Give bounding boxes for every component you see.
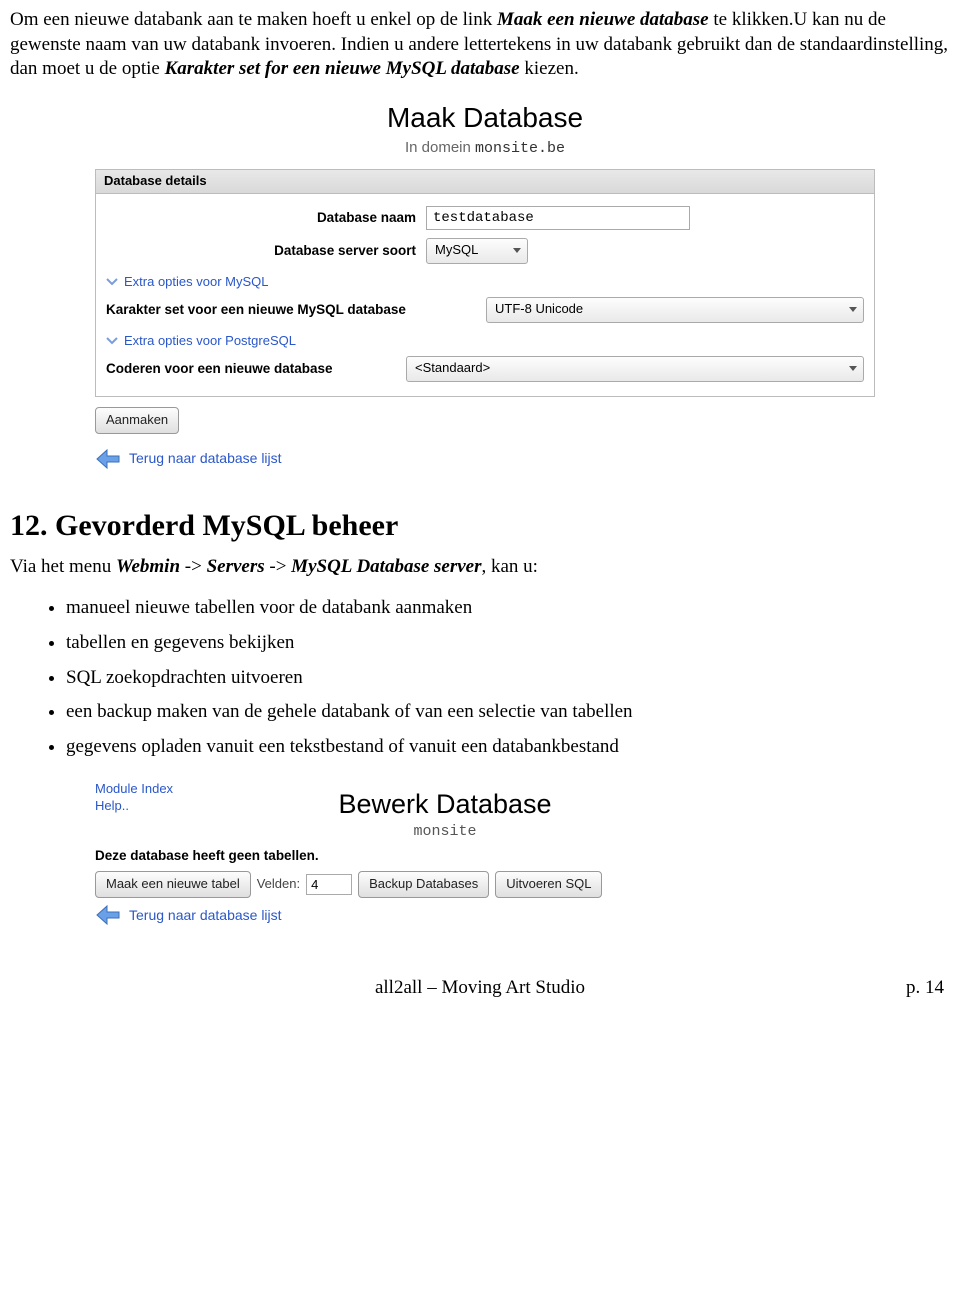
mysql-extra-toggle[interactable]: Extra opties voor MySQL xyxy=(106,268,864,293)
fields-input[interactable] xyxy=(306,874,352,895)
feature-list: manueel nieuwe tabellen voor de databank… xyxy=(10,591,950,764)
fields-label: Velden: xyxy=(257,876,300,893)
section-heading: 12. Gevorderd MySQL beheer xyxy=(10,506,950,545)
db-name-label: Database naam xyxy=(106,209,416,227)
section-intro: Via het menu Webmin -> Servers -> MySQL … xyxy=(10,555,950,580)
screenshot-title: Maak Database xyxy=(95,100,875,136)
create-button[interactable]: Aanmaken xyxy=(95,407,179,434)
screenshot2-subtitle: monsite xyxy=(205,822,685,842)
encode-label: Coderen voor een nieuwe database xyxy=(106,360,396,378)
panel-header: Database details xyxy=(96,170,874,194)
help-link[interactable]: Help.. xyxy=(95,798,205,815)
charset-select[interactable]: UTF-8 Unicode xyxy=(486,297,864,323)
footer-center: all2all – Moving Art Studio xyxy=(96,976,864,1001)
postgres-extra-toggle[interactable]: Extra opties voor PostgreSQL xyxy=(106,327,864,352)
new-table-button[interactable]: Maak een nieuwe tabel xyxy=(95,871,251,898)
module-index-link[interactable]: Module Index xyxy=(95,781,205,798)
list-item: manueel nieuwe tabellen voor de databank… xyxy=(66,591,950,626)
no-tables-message: Deze database heeft geen tabellen. xyxy=(95,847,795,865)
page-footer: all2all – Moving Art Studio p. 14 xyxy=(10,976,950,1001)
back-to-list-link[interactable]: Terug naar database lijst xyxy=(95,448,875,470)
arrow-left-icon xyxy=(95,904,121,926)
back-to-list-link-2[interactable]: Terug naar database lijst xyxy=(95,904,795,926)
screenshot-subtitle: In domein monsite.be xyxy=(95,138,875,159)
db-server-select[interactable]: MySQL xyxy=(426,238,528,264)
backup-button[interactable]: Backup Databases xyxy=(358,871,489,898)
list-item: gegevens opladen vanuit een tekstbestand… xyxy=(66,730,950,765)
list-item: tabellen en gegevens bekijken xyxy=(66,626,950,661)
chevron-down-icon xyxy=(849,307,857,312)
intro-paragraph: Om een nieuwe databank aan te maken hoef… xyxy=(10,8,950,82)
list-item: SQL zoekopdrachten uitvoeren xyxy=(66,661,950,696)
screenshot2-title: Bewerk Database xyxy=(205,787,685,822)
database-details-panel: Database details Database naam Database … xyxy=(95,169,875,397)
chevron-down-icon xyxy=(106,276,118,288)
db-name-input[interactable] xyxy=(426,206,690,230)
charset-label: Karakter set voor een nieuwe MySQL datab… xyxy=(106,301,476,319)
db-server-label: Database server soort xyxy=(106,242,416,260)
chevron-down-icon xyxy=(849,366,857,371)
encode-select[interactable]: <Standaard> xyxy=(406,356,864,382)
create-database-screenshot: Maak Database In domein monsite.be Datab… xyxy=(95,100,875,469)
footer-page: p. 14 xyxy=(864,976,944,1001)
execute-sql-button[interactable]: Uitvoeren SQL xyxy=(495,871,602,898)
list-item: een backup maken van de gehele databank … xyxy=(66,695,950,730)
edit-database-screenshot: Module Index Help.. Bewerk Database mons… xyxy=(95,781,795,926)
arrow-left-icon xyxy=(95,448,121,470)
chevron-down-icon xyxy=(106,335,118,347)
chevron-down-icon xyxy=(513,248,521,253)
